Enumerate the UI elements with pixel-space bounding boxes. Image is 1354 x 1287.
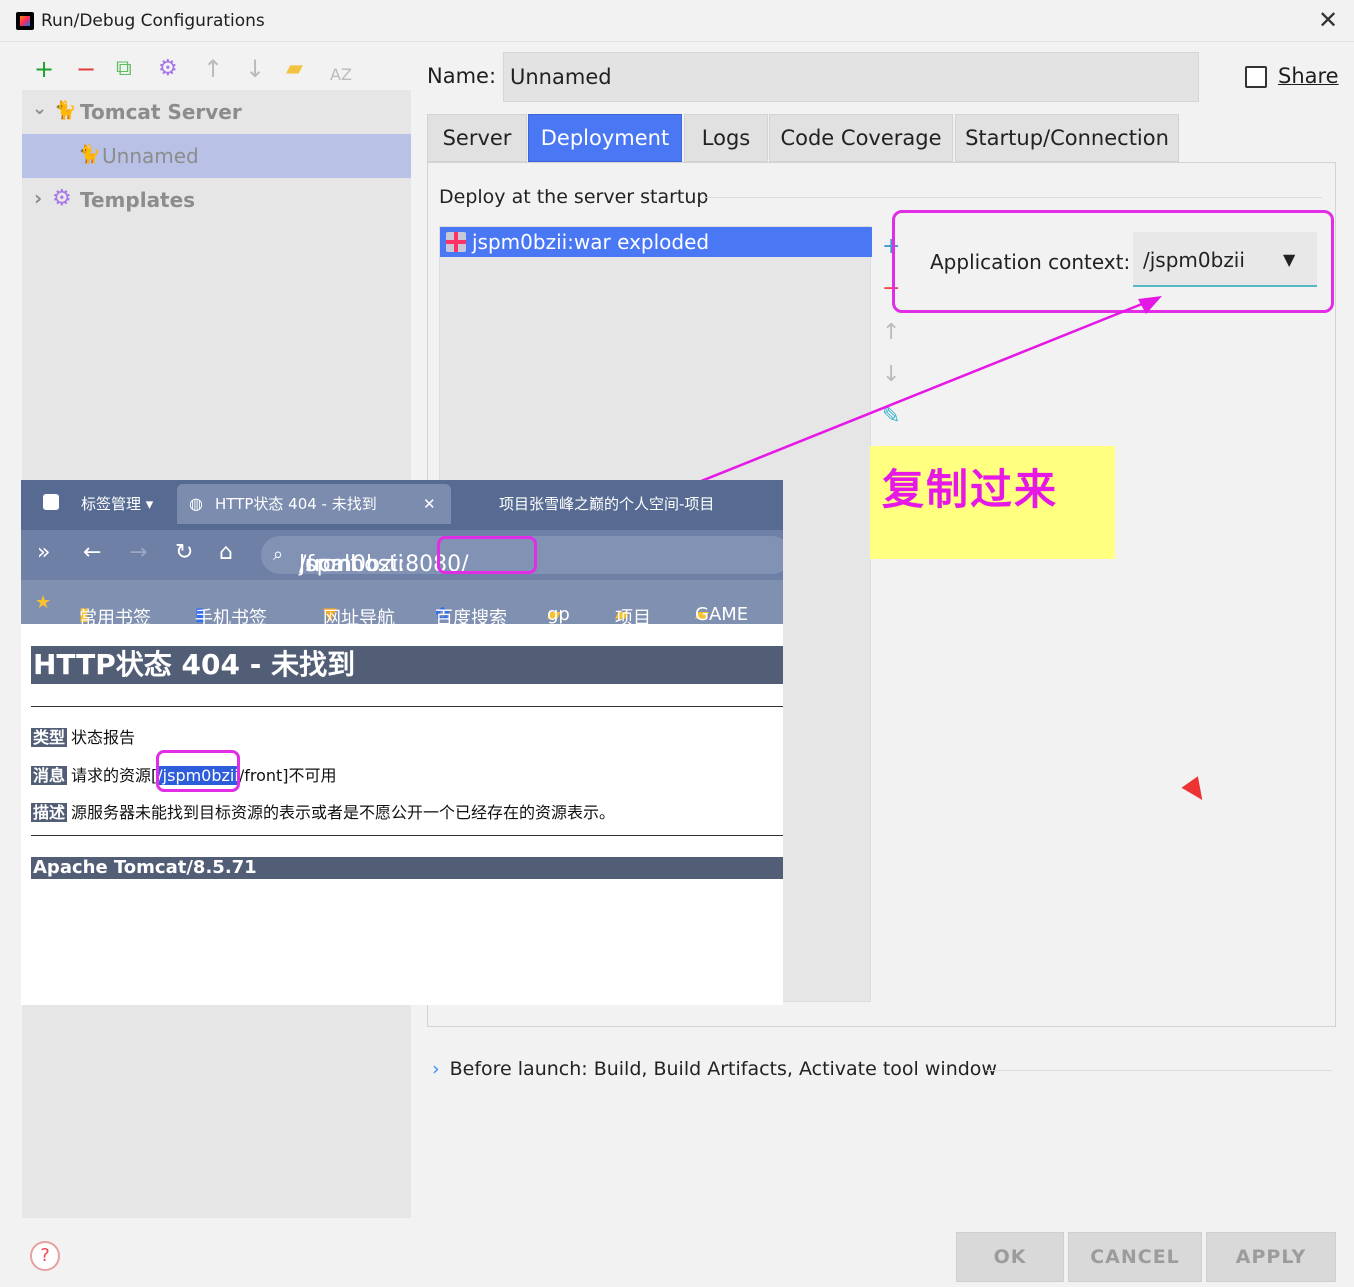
ok-button[interactable]: OK [956,1232,1064,1282]
help-icon[interactable]: ? [30,1241,60,1271]
tab-manager-icon[interactable] [43,494,59,510]
close-icon[interactable]: ✕ [423,484,436,524]
browser-tab-strip: 标签管理 ▾ ◍ HTTP状态 404 - 未找到 ✕ 项目张雪峰之巅的个人空间… [21,480,783,530]
browser-tab-project[interactable]: 项目张雪峰之巅的个人空间-项目 [471,484,771,524]
browser-window: 标签管理 ▾ ◍ HTTP状态 404 - 未找到 ✕ 项目张雪峰之巅的个人空间… [21,480,783,1005]
apply-button[interactable]: APPLY [1206,1232,1336,1282]
bookmarks-bar: ★ ▮ 常用书签 ▮ 手机书签 ▼ 网址导航 ✿ 百度搜索 ▰ gp ▰ 项目 … [21,580,783,629]
star-icon[interactable]: ★ [35,592,51,613]
annotation-text: 复制过来 [882,465,1059,514]
url-suffix: /front [299,552,359,577]
type-tag: 类型 [31,728,68,747]
url-highlight-box [437,536,537,574]
before-launch[interactable]: › Before launch: Build, Build Artifacts, … [432,1058,997,1080]
divider [31,706,783,707]
home-icon[interactable]: ⌂ [219,540,233,565]
description-tag: 描述 [31,803,68,822]
browser-tab-bookmarks[interactable]: 标签管理 ▾ [81,484,181,524]
search-icon: ⌕ [273,544,284,565]
message-tag: 消息 [31,766,68,785]
cancel-button[interactable]: CANCEL [1068,1232,1202,1282]
browser-nav-bar: » ← → ↻ ⌂ ⌕ localhost:8080/jspm0bzii/fro… [21,530,783,580]
browser-tab-label: HTTP状态 404 - 未找到 [215,495,377,513]
before-launch-text: Before launch: Build, Build Artifacts, A… [449,1058,997,1080]
message-highlight-box [156,750,240,792]
message-text: 请求的资源[ [71,766,158,785]
server-footer: Apache Tomcat/8.5.71 [31,857,783,879]
message-text: /front]不可用 [238,766,337,785]
chevron-right-icon[interactable]: › [432,1058,440,1080]
type-text: 状态报告 [71,728,136,747]
globe-icon: ◍ [189,494,203,513]
back-icon[interactable]: ← [83,540,101,565]
reload-icon[interactable]: ↻ [175,540,193,565]
type-line: 类型 状态报告 [31,724,135,748]
more-icon[interactable]: » [37,540,50,565]
forward-icon[interactable]: → [129,540,147,565]
browser-tab-404[interactable]: ◍ HTTP状态 404 - 未找到 ✕ [177,484,451,524]
annotation-note: 复制过来 [870,446,1115,559]
bookmark-label: GAME [695,604,749,625]
description-text: 源服务器未能找到目标资源的表示或者是不愿公开一个已经存在的资源表示。 [71,803,616,822]
divider [31,835,783,836]
description-line: 描述 源服务器未能找到目标资源的表示或者是不愿公开一个已经存在的资源表示。 [31,799,615,823]
bookmark-label: gp [547,604,570,625]
error-heading: HTTP状态 404 - 未找到 [31,646,783,684]
section-divider [987,1070,1332,1071]
error-page: HTTP状态 404 - 未找到 类型 状态报告 消息 请求的资源[/jspm0bz… [21,624,783,1005]
